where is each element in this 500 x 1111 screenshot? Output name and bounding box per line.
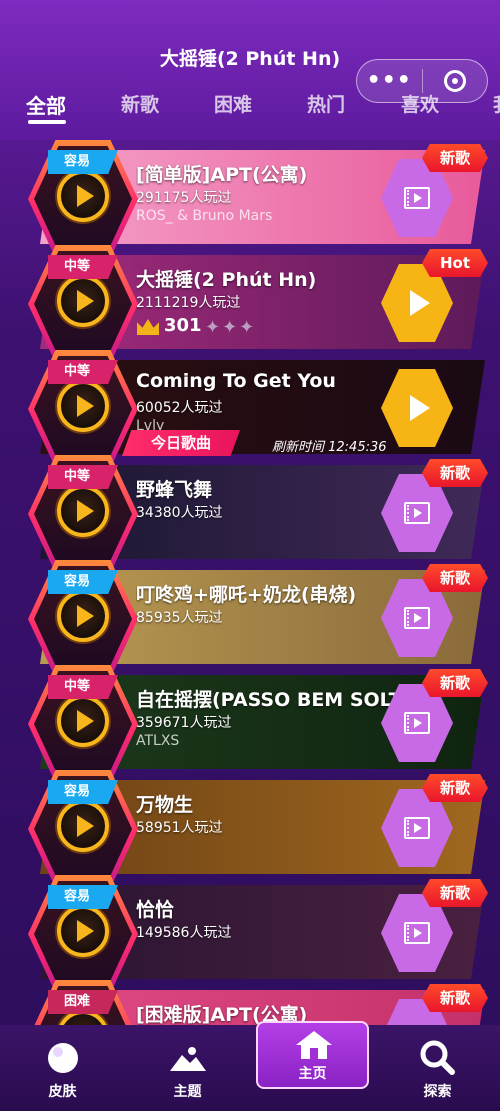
- song-title: 恰恰: [136, 899, 175, 921]
- song-title: 自在摇摆(PASSO BEM SOLTO): [136, 689, 396, 711]
- play-count: 359671人玩过: [136, 715, 232, 731]
- nav-skin-label: 皮肤: [48, 1084, 77, 1100]
- star-rating: ✦✦✦: [205, 317, 257, 338]
- play-count: 58951人玩过: [136, 820, 223, 836]
- difficulty-tag: 中等: [48, 675, 118, 699]
- video-icon: [404, 187, 430, 209]
- play-icon: [77, 605, 94, 627]
- tab-favorite[interactable]: 喜欢: [401, 90, 439, 117]
- bottom-nav: 皮肤 主题 探索: [0, 1025, 500, 1111]
- play-count: 34380人玩过: [136, 505, 223, 521]
- nav-explore[interactable]: 探索: [375, 1025, 500, 1111]
- category-tabs: 全部 新歌 困难 热门 喜欢 我: [0, 90, 500, 126]
- difficulty-tag: 容易: [48, 150, 118, 174]
- song-title: Coming To Get You: [136, 370, 336, 392]
- song-badge: 新歌: [422, 144, 488, 172]
- song-row[interactable]: 中等 大摇锤(2 Phút Hn) 2111219人玩过 301 ✦✦✦ Hot: [0, 245, 500, 363]
- skin-circle-icon: [48, 1043, 78, 1073]
- play-count: 85935人玩过: [136, 610, 223, 626]
- song-badge: 新歌: [422, 984, 488, 1012]
- tab-hot[interactable]: 热门: [307, 90, 345, 117]
- difficulty-tag: 中等: [48, 255, 118, 279]
- song-title: [简单版]APT(公寓): [136, 164, 308, 186]
- play-icon: [77, 920, 94, 942]
- song-row[interactable]: 中等 野蜂飞舞 34380人玩过 新歌: [0, 455, 500, 573]
- play-count: 291175人玩过: [136, 190, 232, 206]
- song-title: 叮咚鸡+哪吒+奶龙(串烧): [136, 584, 357, 606]
- video-icon: [404, 607, 430, 629]
- song-row[interactable]: 中等 Coming To Get You 60052人玩过 Lvly 今日歌曲 刷新时间 …: [0, 350, 500, 468]
- tab-mine[interactable]: 我: [493, 90, 500, 117]
- preview-play-button[interactable]: [57, 170, 109, 222]
- tab-new[interactable]: 新歌: [121, 90, 159, 117]
- song-row[interactable]: 中等自在摇摆(PASSO BEM SOLTO) 359671人玩过 ATLXS 新歌: [0, 665, 500, 783]
- play-icon: [77, 815, 94, 837]
- difficulty-tag: 容易: [48, 570, 118, 594]
- song-badge: 新歌: [422, 879, 488, 907]
- mountain-theme-icon: [170, 1047, 206, 1071]
- song-row[interactable]: 容易 叮咚鸡+哪吒+奶龙(串烧) 85935人玩过 新歌: [0, 560, 500, 678]
- play-icon: [410, 290, 430, 316]
- difficulty-tag: 中等: [48, 465, 118, 489]
- difficulty-tag: 困难: [48, 990, 118, 1014]
- nav-skin[interactable]: 皮肤: [0, 1025, 125, 1111]
- song-title: 大摇锤(2 Phút Hn): [136, 269, 317, 291]
- difficulty-tag: 中等: [48, 360, 118, 384]
- song-title: 野蜂飞舞: [136, 479, 213, 501]
- refresh-time: 刷新时间 12:45:36: [272, 440, 387, 455]
- song-badge: 新歌: [422, 459, 488, 487]
- preview-play-button[interactable]: [57, 800, 109, 852]
- difficulty-tag: 容易: [48, 885, 118, 909]
- song-row[interactable]: 容易 [简单版]APT(公寓) 291175人玩过 ROS_ & Bruno Mars…: [0, 140, 500, 258]
- play-icon: [410, 395, 430, 421]
- video-icon: [404, 922, 430, 944]
- today-song-tag: 今日歌曲: [122, 430, 240, 456]
- crown-count: 301: [164, 315, 202, 336]
- more-dots-icon: •••: [366, 68, 412, 93]
- nav-home[interactable]: 主页: [256, 1021, 369, 1089]
- song-badge: Hot: [422, 249, 488, 277]
- song-row[interactable]: 容易 万物生 58951人玩过 新歌: [0, 770, 500, 888]
- active-tab-indicator: [28, 120, 66, 124]
- preview-play-button[interactable]: [57, 485, 109, 537]
- preview-play-button[interactable]: [57, 380, 109, 432]
- nav-home-label: 主页: [298, 1066, 327, 1082]
- song-badge: 新歌: [422, 564, 488, 592]
- video-icon: [404, 502, 430, 524]
- search-icon: [420, 1040, 455, 1075]
- nav-theme[interactable]: 主题: [125, 1025, 250, 1111]
- play-count: 2111219人玩过: [136, 295, 241, 311]
- play-icon: [77, 185, 94, 207]
- target-ring-icon: [443, 70, 466, 92]
- play-count: 149586人玩过: [136, 925, 232, 941]
- tab-hard[interactable]: 困难: [214, 90, 252, 117]
- nav-theme-label: 主题: [173, 1084, 202, 1100]
- video-icon: [404, 712, 430, 734]
- preview-play-button[interactable]: [57, 695, 109, 747]
- song-badge: 新歌: [422, 774, 488, 802]
- home-icon: [296, 1031, 332, 1059]
- nav-explore-label: 探索: [423, 1084, 452, 1100]
- song-title: 万物生: [136, 794, 194, 816]
- song-list: 容易 [简单版]APT(公寓) 291175人玩过 ROS_ & Bruno Mars…: [0, 140, 500, 1025]
- song-badge: 新歌: [422, 669, 488, 697]
- artist-name: ROS_ & Bruno Mars: [136, 208, 273, 224]
- tab-all[interactable]: 全部: [26, 90, 66, 119]
- difficulty-tag: 容易: [48, 780, 118, 804]
- play-icon: [77, 290, 94, 312]
- preview-play-button[interactable]: [57, 275, 109, 327]
- song-row[interactable]: 困难 [困难版]APT(公寓) 新歌: [0, 980, 500, 1025]
- play-icon: [77, 710, 94, 732]
- play-count: 60052人玩过: [136, 400, 223, 416]
- preview-play-button[interactable]: [57, 590, 109, 642]
- song-row[interactable]: 容易 恰恰 149586人玩过 新歌: [0, 875, 500, 993]
- play-icon: [77, 395, 94, 417]
- preview-play-button[interactable]: [57, 905, 109, 957]
- artist-name: ATLXS: [136, 733, 180, 749]
- video-icon: [404, 817, 430, 839]
- play-icon: [77, 500, 94, 522]
